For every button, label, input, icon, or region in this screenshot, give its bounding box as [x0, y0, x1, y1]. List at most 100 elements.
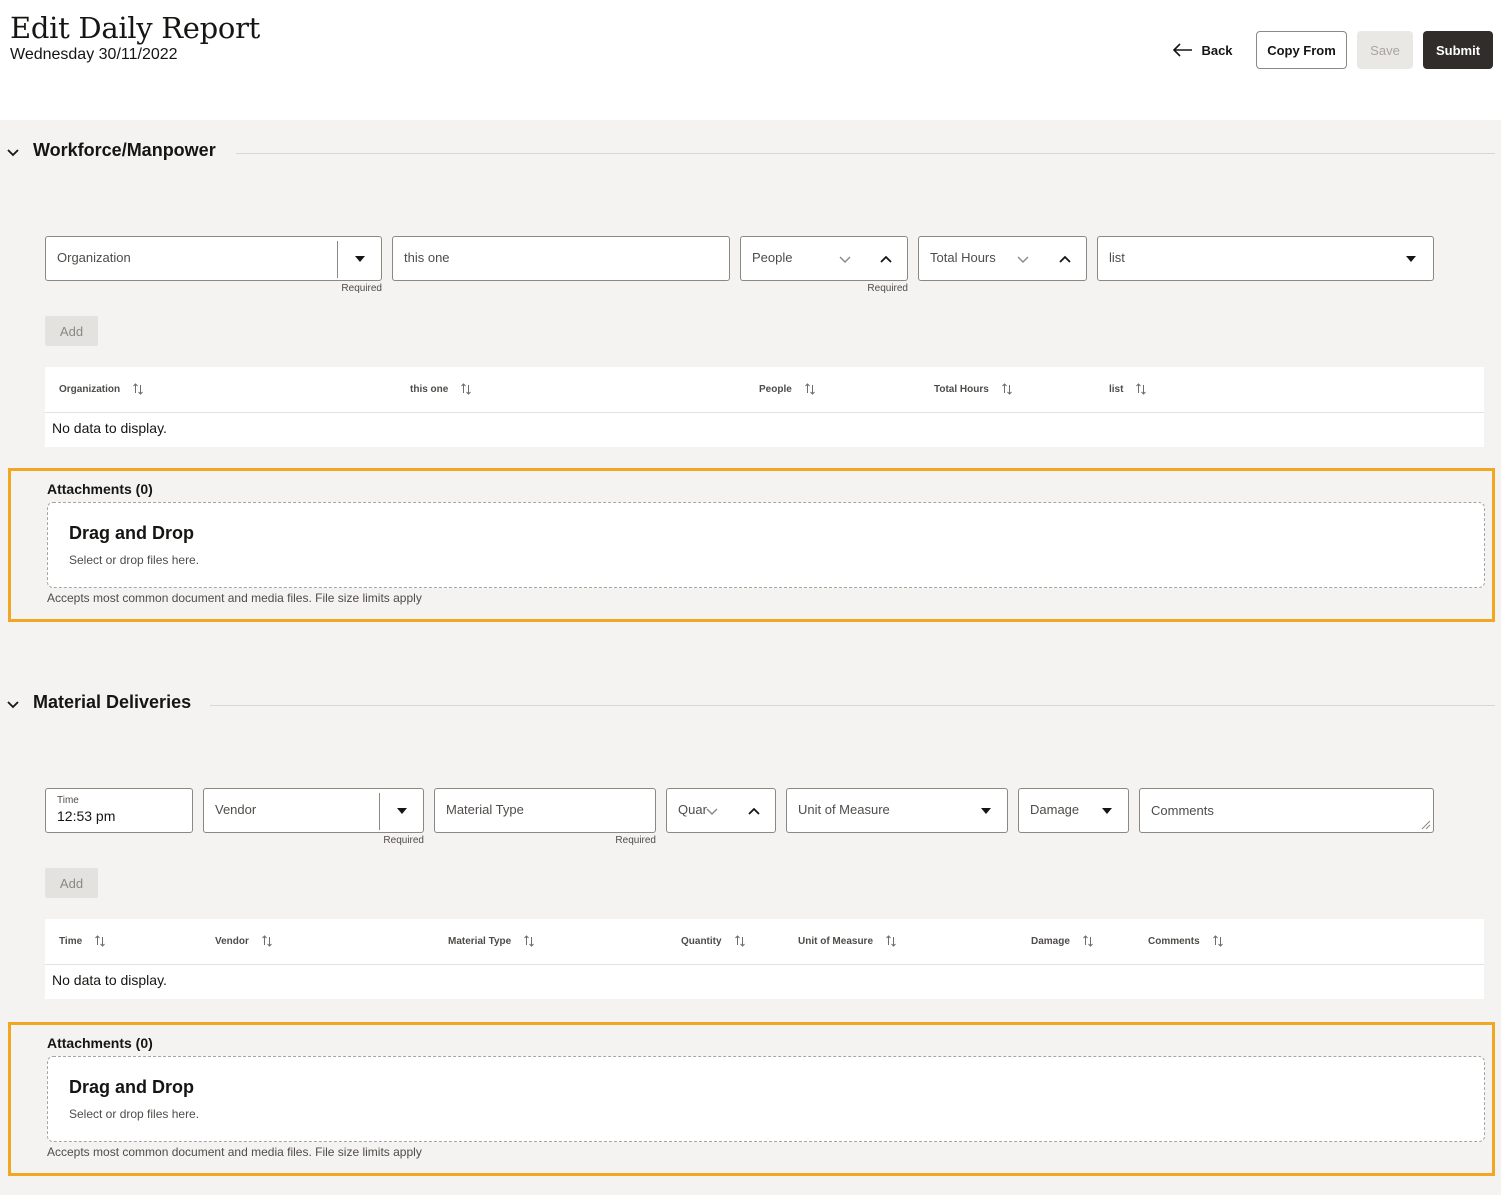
caret-down-icon[interactable] [355, 256, 365, 262]
file-drop-zone[interactable]: Drag and Drop Select or drop files here. [47, 1056, 1485, 1142]
page-header: Edit Daily Report Wednesday 30/11/2022 B… [0, 0, 1501, 120]
unit-of-measure-select[interactable]: Unit of Measure [786, 788, 1008, 833]
organization-required-hint: Required [341, 283, 382, 294]
submit-button[interactable]: Submit [1423, 31, 1493, 69]
field-divider [337, 241, 338, 278]
materials-add-button[interactable]: Add [45, 868, 98, 898]
quantity-field-label: Quar [678, 802, 707, 817]
drop-zone-title: Drag and Drop [69, 1077, 195, 1097]
people-number-field[interactable]: People [740, 236, 908, 281]
copy-from-button[interactable]: Copy From [1256, 31, 1347, 69]
workforce-section-header[interactable]: Workforce/Manpower [0, 138, 1495, 168]
workforce-attachments-highlight: Attachments (0) Drag and Drop Select or … [8, 468, 1495, 622]
vendor-field-label: Vendor [215, 802, 257, 817]
sort-icon[interactable] [885, 935, 897, 947]
vendor-required-hint: Required [383, 835, 424, 846]
table-empty-row: No data to display. [45, 965, 1484, 999]
materials-section-title: Material Deliveries [33, 692, 192, 712]
material-type-required-hint: Required [615, 835, 656, 846]
attachments-note: Accepts most common document and media f… [47, 591, 422, 605]
chevron-down-icon[interactable] [6, 697, 20, 711]
column-header-total-hours[interactable]: Total Hours [934, 383, 1013, 395]
empty-message: No data to display. [52, 420, 167, 436]
workforce-section-title: Workforce/Manpower [33, 140, 216, 160]
table-header: Time Vendor Material Type Quantity Unit … [45, 919, 1484, 965]
column-header-quantity[interactable]: Quantity [681, 935, 746, 947]
sort-icon[interactable] [261, 935, 273, 947]
chevron-down-icon[interactable] [6, 145, 20, 159]
caret-down-icon[interactable] [1406, 256, 1416, 262]
column-header-vendor[interactable]: Vendor [215, 935, 273, 947]
increment-chevron-icon[interactable] [747, 804, 761, 818]
decrement-chevron-icon[interactable] [1016, 252, 1030, 266]
sort-icon[interactable] [460, 383, 472, 395]
sort-icon[interactable] [523, 935, 535, 947]
sort-icon[interactable] [1212, 935, 1224, 947]
sort-icon[interactable] [1082, 935, 1094, 947]
caret-down-icon[interactable] [397, 808, 407, 814]
increment-chevron-icon[interactable] [879, 252, 893, 266]
vendor-select[interactable]: Vendor [203, 788, 424, 833]
caret-down-icon[interactable] [1102, 808, 1112, 814]
column-header-this-one[interactable]: this one [410, 383, 472, 395]
column-header-unit-of-measure[interactable]: Unit of Measure [798, 935, 897, 947]
resize-handle-icon[interactable] [1419, 818, 1431, 830]
page-title: Edit Daily Report [10, 11, 261, 45]
column-header-material-type[interactable]: Material Type [448, 935, 535, 947]
attachments-note: Accepts most common document and media f… [47, 1145, 422, 1159]
drop-zone-hint: Select or drop files here. [69, 553, 200, 567]
column-header-damage[interactable]: Damage [1031, 935, 1094, 947]
materials-section-header[interactable]: Material Deliveries [0, 690, 1495, 720]
total-hours-number-field[interactable]: Total Hours [918, 236, 1087, 281]
quantity-number-field[interactable]: Quar [666, 788, 776, 833]
arrow-left-icon [1173, 43, 1193, 57]
damage-field-label: Damage [1030, 802, 1080, 817]
list-select[interactable]: list [1097, 236, 1434, 281]
field-divider [379, 793, 380, 830]
table-empty-row: No data to display. [45, 413, 1484, 447]
column-header-comments[interactable]: Comments [1148, 935, 1224, 947]
people-field-label: People [752, 250, 793, 265]
empty-message: No data to display. [52, 972, 167, 988]
materials-attachments-highlight: Attachments (0) Drag and Drop Select or … [8, 1022, 1495, 1176]
file-drop-zone[interactable]: Drag and Drop Select or drop files here. [47, 502, 1485, 588]
sort-icon[interactable] [94, 935, 106, 947]
sort-icon[interactable] [734, 935, 746, 947]
organization-field-label: Organization [57, 250, 131, 265]
comments-field-label: Comments [1151, 803, 1214, 818]
report-date: Wednesday 30/11/2022 [10, 46, 178, 63]
attachments-title: Attachments (0) [47, 481, 153, 497]
drop-zone-title: Drag and Drop [69, 523, 195, 543]
table-header: Organization this one People Total Hours… [45, 367, 1484, 413]
unit-of-measure-field-label: Unit of Measure [798, 802, 890, 817]
save-button[interactable]: Save [1357, 31, 1413, 69]
increment-chevron-icon[interactable] [1058, 252, 1072, 266]
attachments-title: Attachments (0) [47, 1035, 153, 1051]
decrement-chevron-icon[interactable] [838, 252, 852, 266]
material-type-field-label: Material Type [446, 802, 524, 817]
sort-icon[interactable] [132, 383, 144, 395]
workforce-add-button[interactable]: Add [45, 316, 98, 346]
time-input[interactable]: Time 12:53 pm [45, 788, 193, 833]
decrement-chevron-icon[interactable] [705, 804, 719, 818]
sort-icon[interactable] [1001, 383, 1013, 395]
caret-down-icon[interactable] [981, 808, 991, 814]
materials-table: Time Vendor Material Type Quantity Unit … [45, 919, 1484, 999]
column-header-list[interactable]: list [1109, 383, 1147, 395]
report-content: Workforce/Manpower Organization Required… [0, 120, 1501, 1195]
sort-icon[interactable] [804, 383, 816, 395]
drop-zone-hint: Select or drop files here. [69, 1107, 200, 1121]
organization-select[interactable]: Organization [45, 236, 382, 281]
sort-icon[interactable] [1135, 383, 1147, 395]
column-header-time[interactable]: Time [59, 935, 106, 947]
damage-select[interactable]: Damage [1018, 788, 1129, 833]
back-button[interactable]: Back [1166, 31, 1240, 69]
section-divider [236, 153, 1495, 154]
people-required-hint: Required [867, 283, 908, 294]
this-one-input[interactable]: this one [392, 236, 730, 281]
column-header-people[interactable]: People [759, 383, 816, 395]
comments-textarea[interactable]: Comments [1139, 788, 1434, 833]
column-header-organization[interactable]: Organization [59, 383, 144, 395]
this-one-field-label: this one [404, 250, 450, 265]
material-type-input[interactable]: Material Type [434, 788, 656, 833]
